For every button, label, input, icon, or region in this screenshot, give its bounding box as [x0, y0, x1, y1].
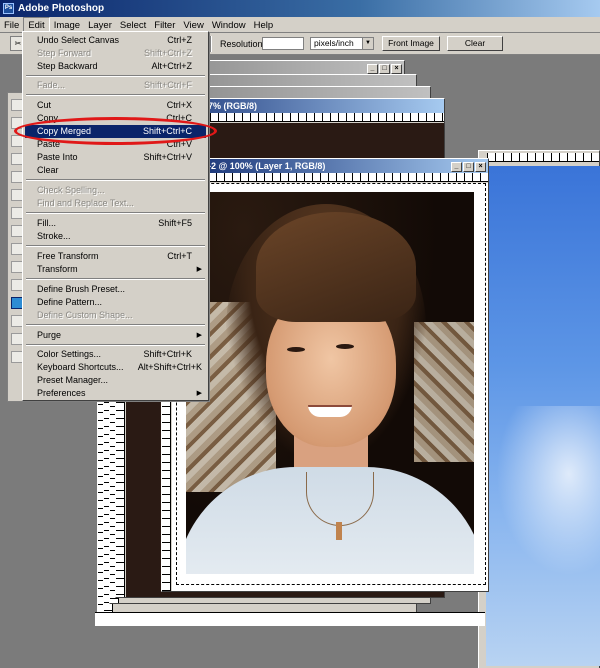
submenu-arrow-icon: ▶ — [196, 332, 202, 339]
menu-item-purge[interactable]: Purge ▶ — [25, 329, 206, 342]
menu-item-transform[interactable]: Transform ▶ — [25, 263, 206, 276]
horizontal-ruler — [487, 153, 599, 162]
document-title-bar[interactable]: -2 @ 100% (Layer 1, RGB/8) — [162, 159, 488, 173]
resolution-unit-value: pixels/inch — [314, 38, 354, 48]
clear-button[interactable]: Clear — [447, 36, 503, 51]
menu-separator — [26, 344, 205, 346]
menu-separator — [26, 278, 205, 280]
resolution-unit-select[interactable]: pixels/inch ▼ — [310, 37, 374, 50]
menu-item-cut[interactable]: Cut Ctrl+X — [25, 99, 206, 112]
menu-item-stroke[interactable]: Stroke... — [25, 230, 206, 243]
highlight-annotation-oval — [14, 117, 217, 145]
horizontal-ruler — [176, 173, 488, 182]
maximize-icon[interactable]: □ — [379, 64, 390, 74]
submenu-arrow-icon: ▶ — [196, 390, 202, 397]
menu-separator — [26, 212, 205, 214]
document-title: 7% (RGB/8) — [208, 101, 258, 111]
resolution-label: Resolution: — [220, 39, 266, 49]
minimize-icon[interactable]: _ — [451, 162, 462, 172]
menu-item-clear[interactable]: Clear — [25, 164, 206, 177]
menu-window[interactable]: Window — [208, 18, 250, 34]
sky-image — [486, 166, 600, 666]
cloud-shape — [496, 406, 600, 576]
menu-separator — [26, 75, 205, 77]
menu-item-preferences[interactable]: Preferences ▶ — [25, 387, 206, 400]
photoshop-app-icon[interactable]: Ps — [3, 3, 14, 14]
window-buttons: _ □ × — [450, 160, 486, 172]
resolution-input[interactable] — [262, 37, 304, 50]
chevron-down-icon[interactable]: ▼ — [362, 38, 373, 49]
options-separator — [210, 36, 212, 52]
menu-item-paste-into[interactable]: Paste Into Shift+Ctrl+V — [25, 151, 206, 164]
document-title: -2 @ 100% (Layer 1, RGB/8) — [208, 161, 326, 171]
window-buttons: _ □ × — [366, 62, 402, 74]
submenu-arrow-icon: ▶ — [196, 266, 202, 273]
menu-item-keyboard-shortcuts[interactable]: Keyboard Shortcuts... Alt+Shift+Ctrl+K — [25, 361, 206, 374]
minimize-icon[interactable]: _ — [367, 64, 378, 74]
menu-item-find-replace-text: Find and Replace Text... — [37, 198, 134, 208]
menu-separator — [26, 245, 205, 247]
menu-item-check-spelling: Check Spelling... — [37, 185, 105, 195]
menu-item-undo-select-canvas[interactable]: Undo Select Canvas Ctrl+Z — [25, 34, 206, 47]
menu-item-step-backward[interactable]: Step Backward Alt+Ctrl+Z — [25, 60, 206, 73]
menu-file[interactable]: File — [0, 18, 23, 34]
photoshop-window: Ps Adobe Photoshop File Edit Image Layer Sel… — [0, 0, 600, 668]
selection-marquee — [176, 183, 486, 585]
close-icon[interactable]: × — [475, 162, 486, 172]
menu-item-color-settings[interactable]: Color Settings... Shift+Ctrl+K — [25, 348, 206, 361]
menu-item-fade: Fade... Shift+Ctrl+F — [37, 80, 192, 90]
app-title-bar: Ps Adobe Photoshop — [0, 0, 600, 17]
app-title: Adobe Photoshop — [18, 3, 105, 14]
menu-help[interactable]: Help — [250, 18, 278, 34]
menu-item-step-forward: Step Forward Shift+Ctrl+Z — [37, 48, 192, 58]
menu-separator — [26, 324, 205, 326]
menu-item-free-transform[interactable]: Free Transform Ctrl+T — [25, 250, 206, 263]
menu-item-fill[interactable]: Fill... Shift+F5 — [25, 217, 206, 230]
close-icon[interactable]: × — [391, 64, 402, 74]
horizontal-ruler-bottom — [95, 612, 485, 626]
menu-item-define-pattern[interactable]: Define Pattern... — [25, 296, 206, 309]
maximize-icon[interactable]: □ — [463, 162, 474, 172]
edit-menu: Undo Select Canvas Ctrl+Z Step Forward Shi… — [22, 31, 209, 401]
menu-separator — [26, 179, 205, 181]
front-image-button[interactable]: Front Image — [382, 36, 440, 51]
menu-separator — [26, 94, 205, 96]
menu-item-define-brush-preset[interactable]: Define Brush Preset... — [25, 283, 206, 296]
menu-item-preset-manager[interactable]: Preset Manager... — [25, 374, 206, 387]
menu-item-define-custom-shape: Define Custom Shape... — [37, 310, 133, 320]
